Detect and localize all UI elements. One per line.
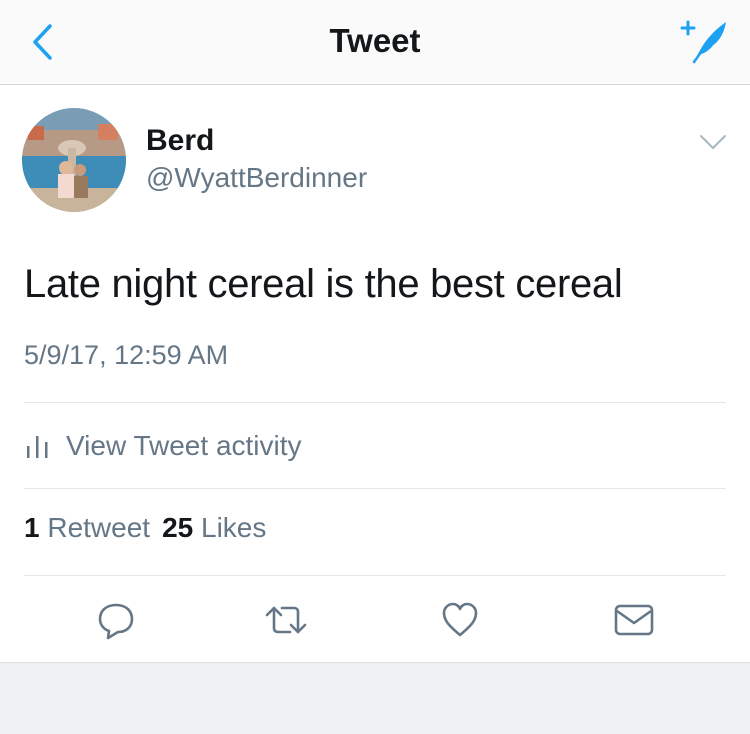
nav-bar: Tweet xyxy=(0,0,750,85)
likes-count: 25 xyxy=(162,512,194,543)
tweet-text: Late night cereal is the best cereal xyxy=(24,262,623,306)
author-handle[interactable]: @WyattBerdinner xyxy=(146,162,367,194)
tweet-timestamp: 5/9/17, 12:59 AM xyxy=(24,340,229,370)
retweet-icon xyxy=(265,606,307,634)
tweet-header: Berd @WyattBerdinner xyxy=(0,86,750,226)
direct-message-button[interactable] xyxy=(612,600,656,640)
direct-message-icon xyxy=(614,604,654,636)
bar-chart-icon xyxy=(27,436,48,458)
view-tweet-activity-link[interactable]: View Tweet activity xyxy=(24,424,302,468)
retweet-button[interactable] xyxy=(264,600,308,640)
like-button[interactable] xyxy=(438,600,482,640)
tweet-stats: 1 Retweet 25 Likes xyxy=(24,512,266,544)
like-icon xyxy=(442,602,478,637)
likes-label: Likes xyxy=(201,512,267,543)
divider xyxy=(24,575,726,576)
more-options-button[interactable] xyxy=(698,130,728,154)
reply-icon xyxy=(98,603,134,640)
author-name[interactable]: Berd xyxy=(146,124,214,158)
compose-tweet-icon xyxy=(680,20,726,64)
reply-button[interactable] xyxy=(94,600,138,640)
chevron-down-icon xyxy=(700,135,726,149)
retweets-count: 1 xyxy=(24,512,40,543)
footer-bar xyxy=(0,662,750,734)
avatar-photo xyxy=(22,108,126,212)
divider xyxy=(24,402,726,403)
retweets-label: Retweet xyxy=(47,512,151,543)
tweet-action-bar xyxy=(0,590,750,650)
avatar[interactable] xyxy=(22,108,126,212)
view-tweet-activity-label: View Tweet activity xyxy=(66,430,302,461)
divider xyxy=(24,488,726,489)
retweets-stat[interactable]: 1 Retweet xyxy=(24,512,150,543)
page-title: Tweet xyxy=(329,22,421,59)
compose-tweet-button[interactable] xyxy=(674,16,732,66)
likes-stat[interactable]: 25 Likes xyxy=(162,512,266,543)
